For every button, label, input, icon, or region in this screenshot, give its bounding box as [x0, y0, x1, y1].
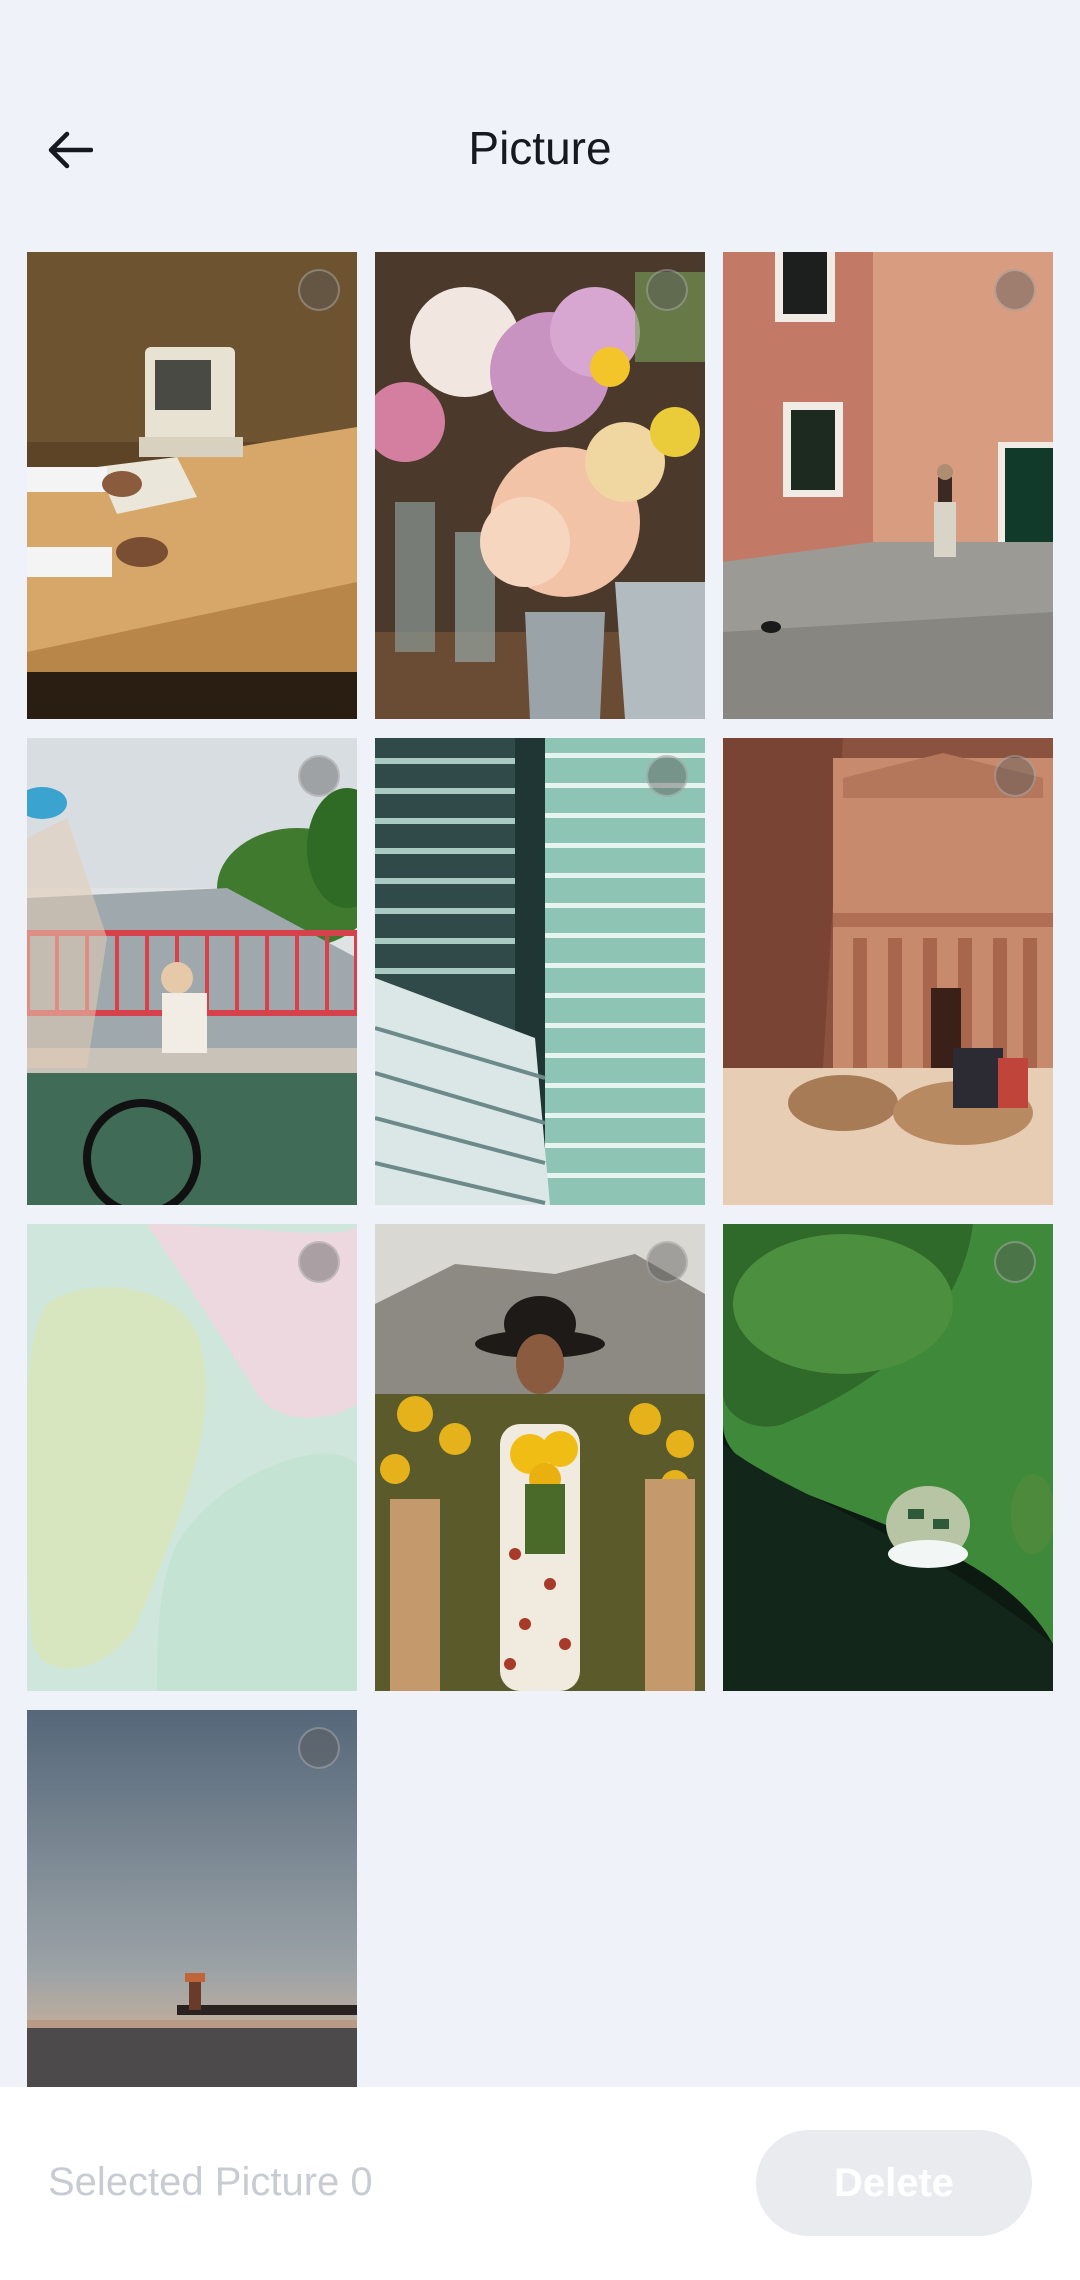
selected-count-label: Selected Picture 0 — [48, 2160, 373, 2204]
header: Picture — [0, 0, 1080, 250]
bridge-cyclist-photo[interactable] — [27, 738, 357, 1205]
delete-button[interactable]: Delete — [756, 2130, 1032, 2236]
petra-camels-photo[interactable] — [723, 738, 1053, 1205]
glass-tower-photo[interactable] — [375, 738, 705, 1205]
glass-tower-image — [375, 738, 705, 1205]
flower-buckets-image — [375, 252, 705, 719]
lighthouse-dusk-image — [27, 1710, 357, 2087]
flower-buckets-photo[interactable] — [375, 252, 705, 719]
pastel-abstract-image — [27, 1224, 357, 1691]
venice-street-photo[interactable] — [723, 252, 1053, 719]
sunflower-woman-image — [375, 1224, 705, 1691]
aerial-island-image — [723, 1224, 1053, 1691]
select-checkbox[interactable] — [298, 1241, 340, 1283]
pastel-abstract-photo[interactable] — [27, 1224, 357, 1691]
bridge-cyclist-image — [27, 738, 357, 1205]
select-checkbox[interactable] — [646, 1241, 688, 1283]
select-checkbox[interactable] — [298, 269, 340, 311]
select-checkbox[interactable] — [646, 755, 688, 797]
page-title: Picture — [468, 122, 612, 174]
select-checkbox[interactable] — [994, 755, 1036, 797]
sunflower-woman-photo[interactable] — [375, 1224, 705, 1691]
select-checkbox[interactable] — [298, 755, 340, 797]
select-checkbox[interactable] — [298, 1727, 340, 1769]
venice-street-image — [723, 252, 1053, 719]
petra-camels-image — [723, 738, 1053, 1205]
lighthouse-dusk-photo[interactable] — [27, 1710, 357, 2087]
vintage-computer-photo[interactable] — [27, 252, 357, 719]
vintage-computer-image — [27, 252, 357, 719]
bottom-action-bar: Selected Picture 0 Delete — [0, 2087, 1080, 2280]
select-checkbox[interactable] — [994, 269, 1036, 311]
aerial-island-photo[interactable] — [723, 1224, 1053, 1691]
select-checkbox[interactable] — [646, 269, 688, 311]
photo-grid — [27, 252, 1053, 2087]
select-checkbox[interactable] — [994, 1241, 1036, 1283]
